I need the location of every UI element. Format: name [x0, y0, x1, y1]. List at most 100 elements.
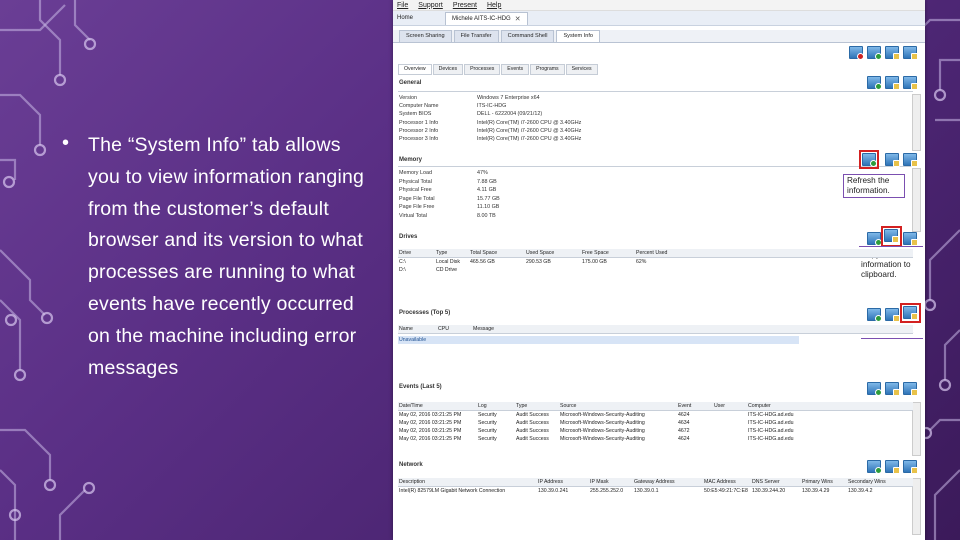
column-header[interactable]: Date/Time: [399, 403, 423, 409]
table-header: Name CPU Message: [398, 325, 913, 334]
network-scrollbar[interactable]: [912, 478, 921, 535]
table-cell: May 02, 2016 03:21:25 PM: [399, 436, 462, 442]
column-header[interactable]: User: [714, 403, 725, 409]
copy-all-icon[interactable]: [885, 46, 900, 60]
column-header[interactable]: MAC Address: [704, 479, 736, 485]
info-row: Page File Free 11.10 GB: [399, 204, 499, 210]
table-cell: Microsoft-Windows-Security-Auditing: [560, 428, 645, 434]
table-row[interactable]: C:\ Local Disk 465.56 GB 290.53 GB 175.00 GB…: [398, 258, 913, 266]
column-header[interactable]: Primary Wins: [802, 479, 833, 485]
subtab-processes[interactable]: Processes: [464, 64, 501, 75]
refresh-icon[interactable]: [867, 460, 882, 474]
home-tab[interactable]: Home: [397, 15, 413, 21]
copy-icon[interactable]: [885, 460, 900, 474]
column-header[interactable]: Secondary Wins: [848, 479, 886, 485]
session-tab[interactable]: Michele AITS-IC-HDG ✕: [445, 11, 528, 25]
save-icon[interactable]: [903, 306, 918, 320]
column-header[interactable]: Type: [436, 250, 447, 256]
memory-scrollbar[interactable]: [912, 168, 921, 232]
subtab-services[interactable]: Services: [565, 64, 598, 75]
save-icon[interactable]: [903, 232, 918, 246]
column-header[interactable]: Message: [473, 326, 494, 332]
save-icon[interactable]: [903, 153, 918, 167]
table-cell: C:\: [399, 259, 406, 265]
table-cell: 130.39.244.20: [752, 488, 786, 494]
copy-icon[interactable]: [885, 382, 900, 396]
tab-system-info[interactable]: System Info: [556, 30, 600, 42]
column-header[interactable]: Free Space: [582, 250, 609, 256]
info-value: DELL - 6222004 (09/21/12): [477, 111, 543, 118]
menu-file[interactable]: File: [397, 2, 408, 9]
column-header[interactable]: DNS Server: [752, 479, 780, 485]
column-header[interactable]: Percent Used: [636, 250, 667, 256]
refresh-icon[interactable]: [862, 153, 877, 167]
column-header[interactable]: IP Mask: [590, 479, 609, 485]
subtab-devices[interactable]: Devices: [432, 64, 464, 75]
table-cell: May 02, 2016 03:21:25 PM: [399, 412, 462, 418]
table-cell: 175.00 GB: [582, 259, 607, 265]
column-header[interactable]: Used Space: [526, 250, 554, 256]
table-row[interactable]: May 02, 2016 03:21:25 PM Security Audit Su…: [398, 427, 913, 435]
tab-file-transfer[interactable]: File Transfer: [453, 30, 499, 42]
info-row: Version Windows 7 Enterprise x64: [399, 95, 540, 101]
subtab-overview[interactable]: Overview: [398, 64, 432, 75]
column-header[interactable]: Type: [516, 403, 527, 409]
table-cell: 4624: [678, 412, 690, 418]
events-scrollbar[interactable]: [912, 402, 921, 456]
save-icon[interactable]: [903, 382, 918, 396]
menu-bar: File Support Present Help: [393, 0, 925, 11]
callout-refresh: Refresh the information.: [843, 174, 905, 198]
table-cell: 62%: [636, 259, 647, 265]
general-scrollbar[interactable]: [912, 94, 921, 151]
subtab-events[interactable]: Events: [501, 64, 530, 75]
column-header[interactable]: Drive: [399, 250, 411, 256]
refresh-all-icon[interactable]: [867, 46, 882, 60]
column-header[interactable]: Name: [399, 326, 413, 332]
subtab-programs[interactable]: Programs: [530, 64, 565, 75]
section-events-title: Events (Last 5): [399, 384, 442, 390]
refresh-icon[interactable]: [867, 382, 882, 396]
info-key: Physical Total: [399, 178, 432, 185]
info-row: Page File Total 15.77 GB: [399, 196, 500, 202]
column-header[interactable]: Description: [399, 479, 425, 485]
copy-icon[interactable]: [884, 229, 899, 243]
column-header[interactable]: Gateway Address: [634, 479, 675, 485]
column-header[interactable]: IP Address: [538, 479, 563, 485]
table-row[interactable]: May 02, 2016 03:21:25 PM Security Audit Su…: [398, 419, 913, 427]
table-cell: 130.39.4.29: [802, 488, 830, 494]
menu-support[interactable]: Support: [418, 2, 443, 9]
table-row[interactable]: D:\ CD Drive: [398, 266, 913, 274]
info-value: 8.00 TB: [477, 213, 496, 219]
copy-icon[interactable]: [885, 76, 900, 90]
info-value: Windows 7 Enterprise x64: [477, 95, 540, 101]
refresh-icon[interactable]: [867, 308, 882, 322]
session-tab-bar: Home Michele AITS-IC-HDG ✕: [393, 11, 925, 26]
table-row[interactable]: May 02, 2016 03:21:25 PM Security Audit Su…: [398, 411, 913, 419]
table-cell: 130.39.0.241: [538, 488, 569, 494]
column-header[interactable]: Event: [678, 403, 691, 409]
close-icon[interactable]: ✕: [515, 15, 521, 23]
save-all-icon[interactable]: [903, 46, 918, 60]
copy-icon[interactable]: [885, 308, 900, 322]
column-header[interactable]: Source: [560, 403, 576, 409]
table-cell: May 02, 2016 03:21:25 PM: [399, 428, 462, 434]
table-row[interactable]: May 02, 2016 03:21:25 PM Security Audit Su…: [398, 435, 913, 443]
info-key: Physical Free: [399, 187, 432, 194]
menu-present[interactable]: Present: [453, 2, 477, 9]
refresh-icon[interactable]: [867, 232, 882, 246]
tab-command-shell[interactable]: Command Shell: [500, 30, 555, 42]
save-icon[interactable]: [903, 76, 918, 90]
section-general-title: General: [399, 80, 422, 86]
copy-icon[interactable]: [885, 153, 900, 167]
column-header[interactable]: Computer: [748, 403, 771, 409]
menu-help[interactable]: Help: [487, 2, 501, 9]
save-icon[interactable]: [903, 460, 918, 474]
column-header[interactable]: Log: [478, 403, 487, 409]
refresh-icon[interactable]: [867, 76, 882, 90]
column-header[interactable]: CPU: [438, 326, 449, 332]
processes-selected-row[interactable]: Unavailable: [398, 336, 799, 344]
disconnect-icon[interactable]: [849, 46, 864, 60]
table-row[interactable]: Intel(R) 82579LM Gigabit Network Connect…: [398, 487, 913, 495]
tab-screen-sharing[interactable]: Screen Sharing: [399, 30, 452, 42]
column-header[interactable]: Total Space: [470, 250, 497, 256]
